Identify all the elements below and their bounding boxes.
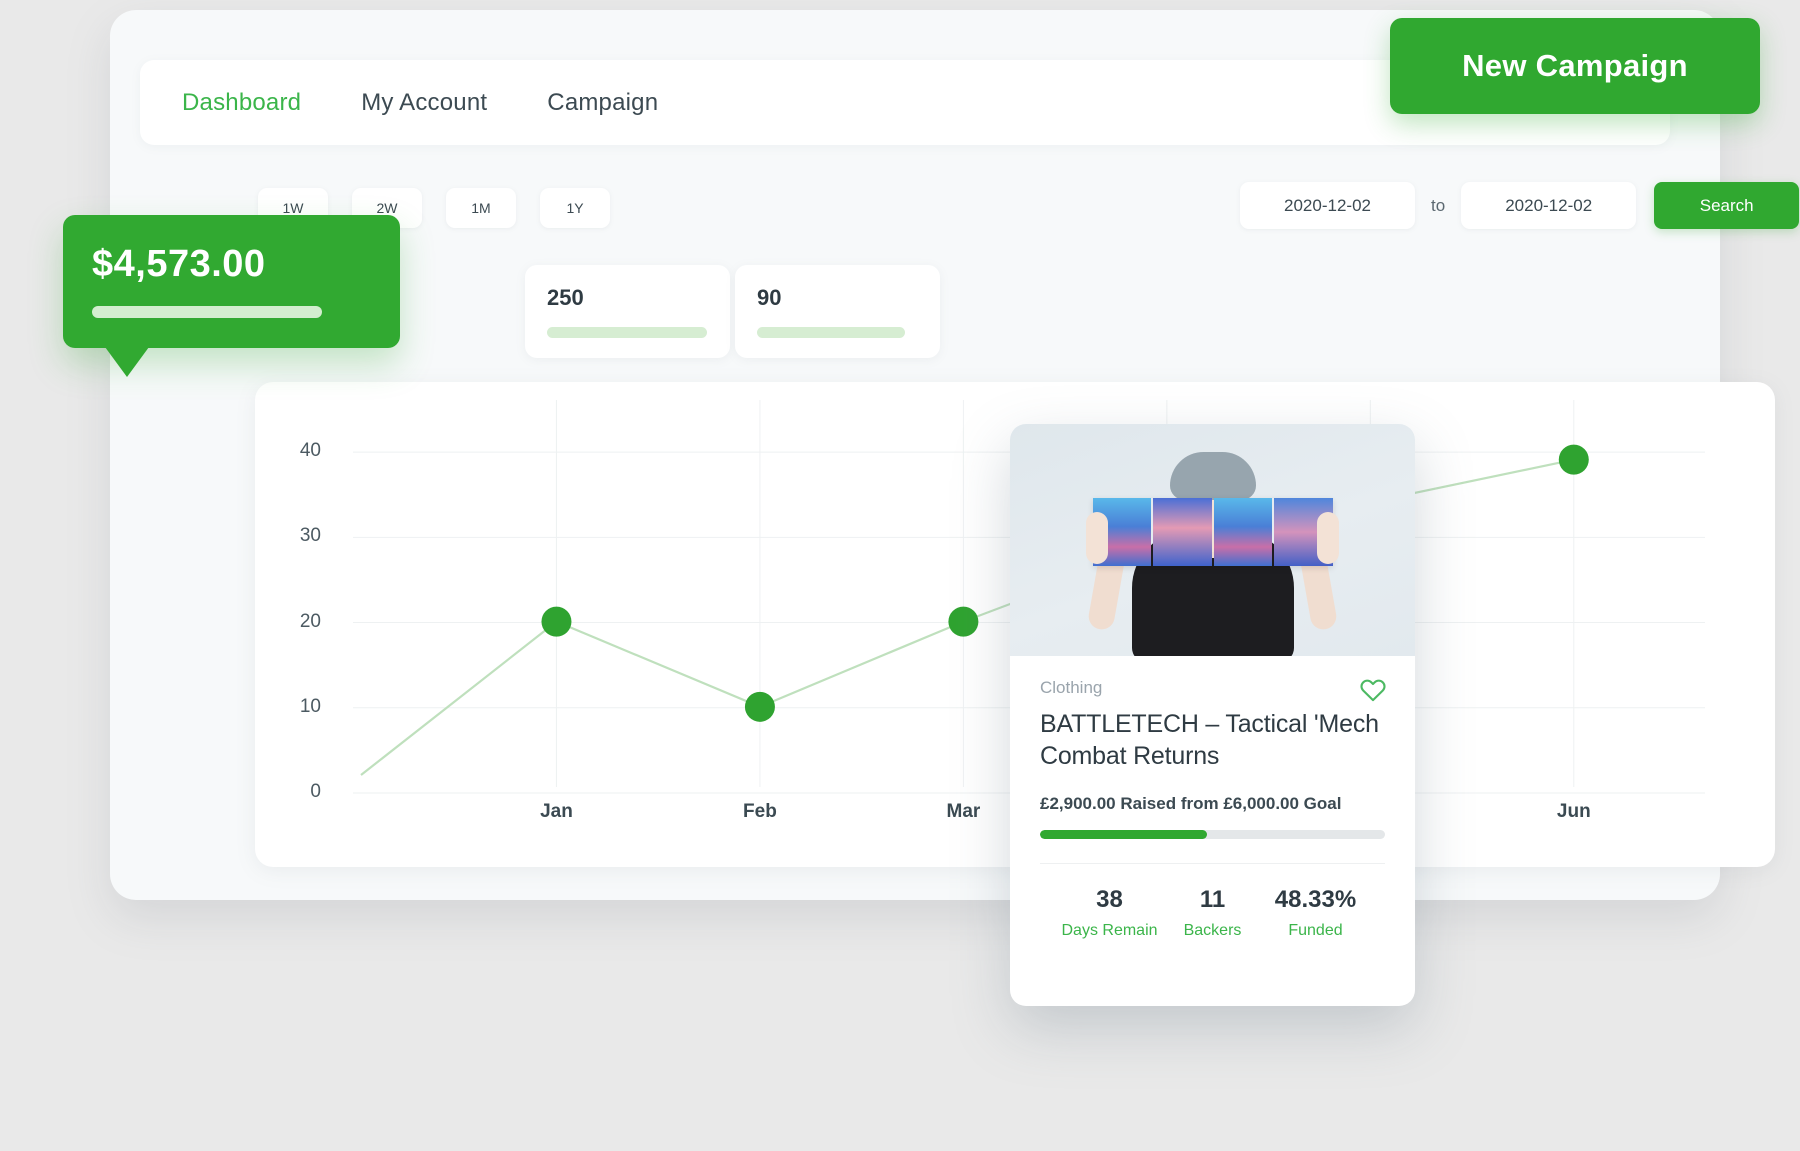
range-chip-1m[interactable]: 1M (446, 188, 516, 228)
date-to-label: to (1431, 195, 1446, 215)
date-to-input[interactable] (1461, 182, 1637, 229)
stat-value: 250 (547, 285, 584, 310)
tooltip-value: $4,573.00 (92, 243, 266, 285)
x-axis-tick-label: Jun (1556, 801, 1591, 822)
campaign-stat-backers: 11 Backers (1161, 886, 1264, 940)
stat-number: 48.33% (1274, 886, 1357, 913)
y-axis-tick-label: 20 (299, 610, 321, 632)
x-axis-tick-label: Jan (540, 801, 573, 822)
value-tooltip: $4,573.00 (63, 215, 400, 348)
stat-value: 90 (757, 285, 782, 310)
stat-progress-bar (547, 327, 707, 338)
stat-label: Days Remain (1061, 922, 1158, 939)
screenshot-stage: Dashboard My Account Campaign 1W 2W 1M 1… (0, 0, 1800, 1151)
campaign-progress-fill (1040, 830, 1207, 839)
date-from-input[interactable] (1240, 182, 1415, 229)
y-axis-tick-label: 0 (310, 781, 321, 802)
tab-dashboard[interactable]: Dashboard (182, 89, 301, 117)
photo-person-hand-right (1317, 512, 1339, 564)
campaign-stats-row: 38 Days Remain 11 Backers 48.33% Funded (1040, 864, 1385, 940)
y-axis-tick-label: 40 (299, 440, 321, 462)
photo-held-artwork (1092, 498, 1333, 566)
x-axis-tick-label: Mar (946, 801, 981, 822)
tab-campaign[interactable]: Campaign (547, 89, 658, 117)
photo-person-hat (1169, 452, 1256, 500)
stat-number: 38 (1096, 886, 1123, 913)
campaign-photo (1010, 424, 1415, 656)
campaign-title: BATTLETECH – Tactical 'Mech Combat Retur… (1040, 710, 1379, 770)
y-axis-tick-label: 10 (299, 695, 321, 717)
heart-icon[interactable] (1359, 676, 1387, 707)
search-button[interactable]: Search (1654, 182, 1800, 229)
stat-progress-bar (757, 327, 905, 338)
campaign-stat-funded: 48.33% Funded (1264, 886, 1367, 940)
campaign-stat-days-remain: 38 Days Remain (1058, 886, 1161, 940)
campaign-raised-text: £2,900.00 Raised from £6,000.00 Goal (1040, 794, 1342, 813)
stat-label: Backers (1183, 922, 1242, 939)
campaign-category: Clothing (1040, 678, 1103, 697)
stat-card-campaigns: 90 (735, 265, 940, 358)
stat-card-backers: 250 (525, 265, 730, 358)
tooltip-progress-bar (92, 306, 322, 318)
campaign-card-body: Clothing BATTLETECH – Tactical 'Mech Com… (1010, 656, 1415, 940)
tooltip-pointer (105, 347, 149, 377)
new-campaign-button[interactable]: New Campaign (1390, 18, 1760, 114)
photo-person-hand-left (1086, 512, 1108, 564)
date-range-controls: to Search (1240, 182, 1800, 229)
stat-label: Funded (1288, 922, 1343, 939)
range-chip-1y[interactable]: 1Y (540, 188, 610, 228)
dashboard-panel: Dashboard My Account Campaign 1W 2W 1M 1… (110, 10, 1800, 900)
campaign-progress-bar (1040, 830, 1385, 839)
tab-my-account[interactable]: My Account (361, 89, 487, 117)
y-axis-tick-label: 30 (299, 525, 321, 547)
stat-number: 11 (1199, 886, 1226, 913)
campaign-card[interactable]: Clothing BATTLETECH – Tactical 'Mech Com… (1010, 424, 1415, 1006)
x-axis-tick-label: Feb (743, 801, 777, 822)
